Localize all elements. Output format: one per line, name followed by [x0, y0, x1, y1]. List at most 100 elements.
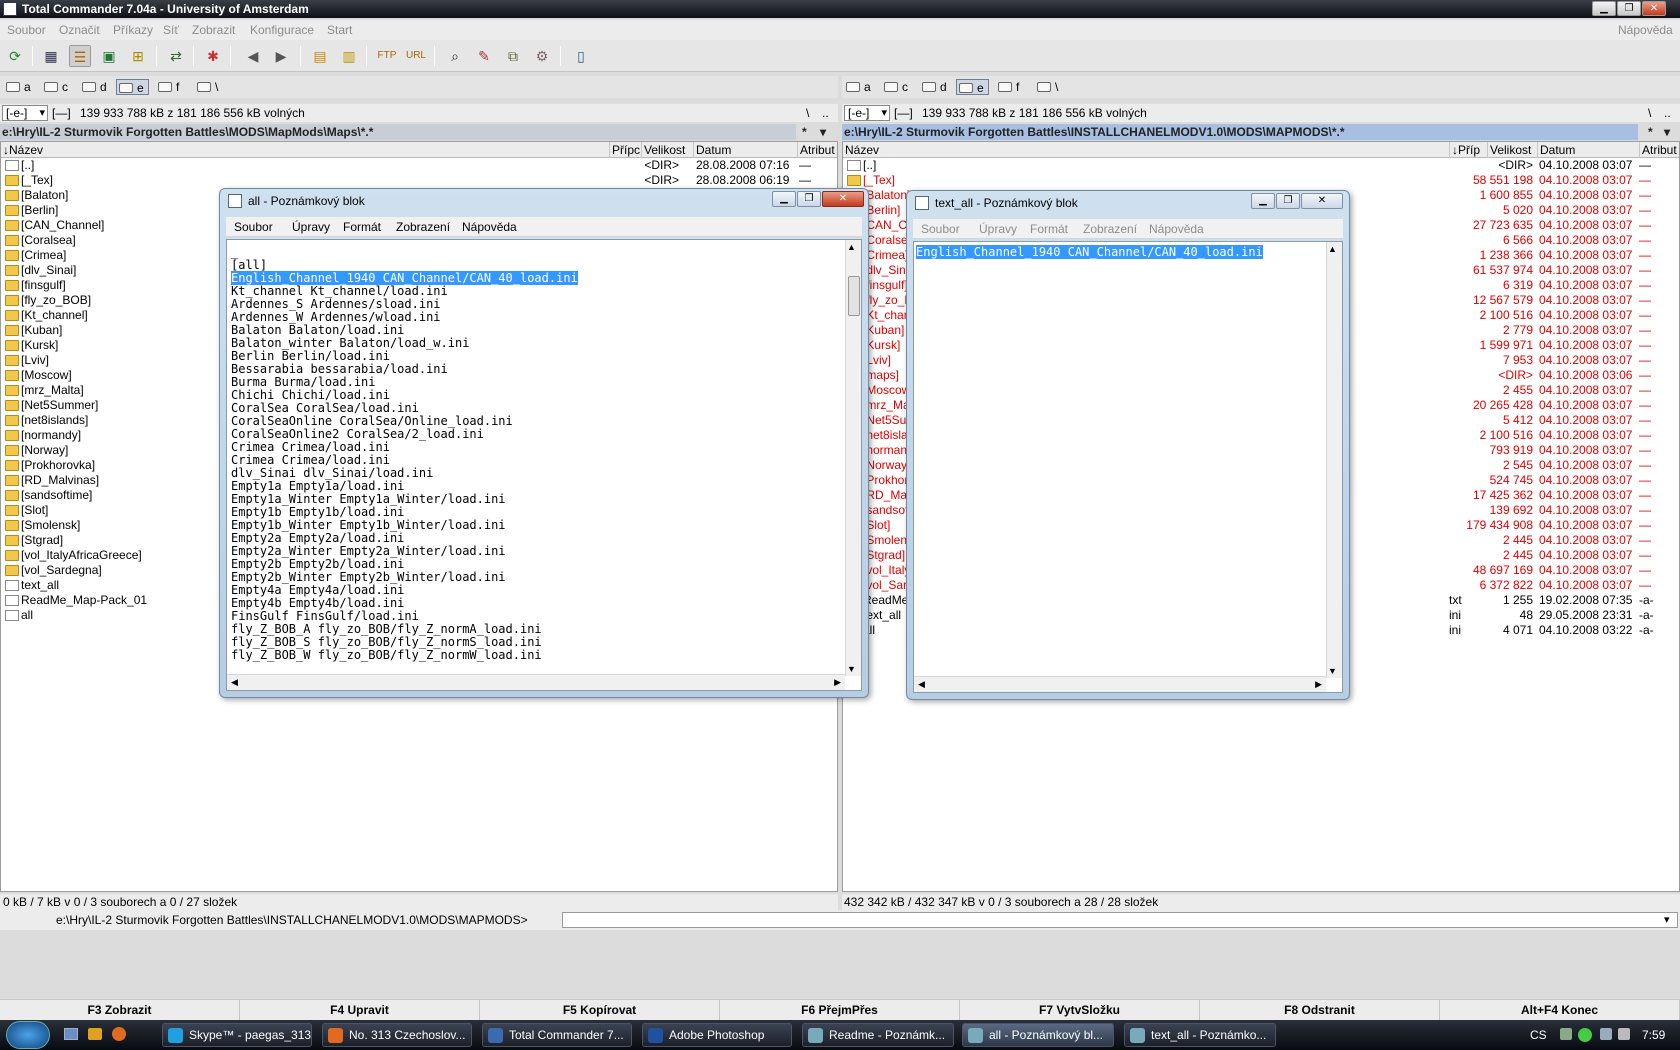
notepad-all-window[interactable]: all - Poznámkový blok ▁ ❐ ✕ Soubor Úprav… — [219, 188, 869, 698]
np2-menu-zobrazeni[interactable]: Zobrazení — [1083, 219, 1137, 239]
menu-soubor[interactable]: Soubor — [7, 20, 46, 40]
file-row[interactable]: [_Tex] <DIR> 28.08.2008 06:19 — — [1, 173, 837, 188]
notepad-text-all-hscrollbar[interactable]: ◀ ▶ — [914, 676, 1326, 692]
taskbar-button[interactable]: No. 313 Czechoslov... — [322, 1023, 472, 1047]
minimize-button[interactable]: ▁ — [1592, 1, 1616, 16]
thumbnail-view-icon[interactable]: ▣ — [98, 45, 120, 67]
right-drive-a[interactable]: a — [844, 79, 871, 95]
notepad-all-text-area[interactable]: _ [all] English_Channel_1940 CAN_Channel/C… — [226, 239, 862, 691]
right-drive-f[interactable]: f — [996, 79, 1019, 95]
notepad-text-all-close-button[interactable]: ✕ — [1301, 193, 1343, 209]
notepad-text-all-vscrollbar[interactable]: ▲ ▼ — [1326, 242, 1342, 678]
np2-menu-upravy[interactable]: Úpravy — [979, 219, 1017, 239]
fkey-button[interactable]: F8 Odstranit — [1200, 1000, 1440, 1021]
taskbar-button[interactable]: text_all - Poznámko... — [1124, 1023, 1276, 1047]
fkey-button[interactable]: F5 Kopírovat — [480, 1000, 720, 1021]
left-drive-d[interactable]: d — [80, 79, 107, 95]
forward-arrow-icon[interactable]: ▶ — [270, 45, 292, 67]
file-row[interactable]: [..] <DIR> 04.10.2008 03:07 — — [843, 158, 1679, 173]
menu-sit[interactable]: Síť — [163, 20, 179, 40]
notepad-text-all-maximize-button[interactable]: ❐ — [1276, 193, 1300, 209]
left-drive-e[interactable]: e — [116, 79, 149, 95]
col-date[interactable]: Datum — [1537, 142, 1575, 158]
menu-zobrazit[interactable]: Zobrazit — [192, 20, 235, 40]
left-root-button[interactable]: \ — [806, 104, 809, 122]
fkey-button[interactable]: F4 Upravit — [240, 1000, 480, 1021]
notepad-all-hscrollbar[interactable]: ◀ ▶ — [227, 674, 845, 690]
left-drive-a[interactable]: a — [4, 79, 31, 95]
col-ext[interactable]: ↓Příp — [1449, 142, 1480, 158]
taskbar-button[interactable]: all - Poznámkový bl... — [962, 1023, 1114, 1047]
command-history-button[interactable]: ▾ — [1664, 910, 1670, 930]
right-path-bar[interactable]: e:\Hry\IL-2 Sturmovik Forgotten Battles\… — [842, 124, 1680, 140]
col-size[interactable]: Velikost — [1487, 142, 1531, 158]
right-drive-network[interactable]: \ — [1035, 79, 1058, 95]
select-icon[interactable]: ✱ — [202, 45, 224, 67]
close-button[interactable]: ✕ — [1642, 1, 1666, 16]
fkey-button[interactable]: Alt+F4 Konec — [1440, 1000, 1680, 1021]
clock[interactable]: 7:59 — [1642, 1028, 1665, 1042]
taskbar-button[interactable]: Readme - Poznámk... — [802, 1023, 954, 1047]
right-hotlist-button[interactable]: ▾ — [1664, 124, 1670, 140]
command-input[interactable] — [562, 912, 1678, 928]
pack-icon[interactable]: ▤ — [309, 45, 331, 67]
fkey-button[interactable]: F6 PřejmPřes — [720, 1000, 960, 1021]
menu-prikazy[interactable]: Příkazy — [113, 20, 153, 40]
invert-selection-icon[interactable]: ⇄ — [165, 45, 187, 67]
ftp-icon[interactable]: FTP — [376, 45, 398, 67]
left-path-bar[interactable]: e:\Hry\IL-2 Sturmovik Forgotten Battles\… — [0, 124, 838, 140]
language-indicator[interactable]: CS — [1530, 1028, 1547, 1042]
menu-napoveda[interactable]: Nápověda — [1618, 20, 1673, 40]
np1-menu-format[interactable]: Formát — [343, 217, 381, 237]
file-row[interactable]: [_Tex] 58 551 198 04.10.2008 03:07 — — [843, 173, 1679, 188]
network-tray-icon[interactable] — [1600, 1028, 1612, 1040]
col-attr[interactable]: Atribut — [1639, 142, 1677, 158]
multi-rename-icon[interactable]: ✎ — [473, 45, 495, 67]
notepad-text-all-window[interactable]: text_all - Poznámkový blok ▁ ❐ ✕ Soubor … — [906, 190, 1350, 700]
back-arrow-icon[interactable]: ◀ — [242, 45, 264, 67]
np1-menu-napoveda[interactable]: Nápověda — [462, 217, 517, 237]
scroll-down-icon[interactable]: ▼ — [847, 664, 856, 674]
right-drive-e[interactable]: e — [956, 79, 989, 95]
scroll-left-icon[interactable]: ◀ — [918, 679, 925, 690]
notepad-text-all-minimize-button[interactable]: ▁ — [1251, 193, 1275, 209]
left-drive-network[interactable]: \ — [195, 79, 218, 95]
right-drive-d[interactable]: d — [920, 79, 947, 95]
url-icon[interactable]: URL — [405, 45, 427, 67]
show-desktop-icon[interactable] — [64, 1028, 78, 1040]
left-hotlist-button[interactable]: ▾ — [820, 124, 826, 140]
fkey-button[interactable]: F7 VytvSložku — [960, 1000, 1200, 1021]
notepad-all-maximize-button[interactable]: ❐ — [797, 191, 821, 207]
left-drive-combo[interactable]: [-e-] — [2, 105, 48, 121]
maximize-button[interactable]: ❐ — [1617, 1, 1641, 16]
brief-view-icon[interactable]: ▦ — [40, 45, 62, 67]
right-root-button[interactable]: \ — [1648, 104, 1651, 122]
scroll-right-icon[interactable]: ▶ — [834, 677, 841, 688]
sync-icon[interactable]: ⚙ — [531, 45, 553, 67]
col-date[interactable]: Datum — [693, 142, 731, 158]
right-parent-button[interactable]: .. — [1664, 104, 1671, 122]
notepad-text-all-text-area[interactable]: English_Channel_1940 CAN_Channel/CAN_40_… — [913, 241, 1343, 693]
notepad-icon[interactable]: ▯ — [570, 45, 592, 67]
left-parent-button[interactable]: .. — [822, 104, 829, 122]
start-orb-icon[interactable] — [6, 1021, 50, 1049]
col-ext[interactable]: Přípc — [609, 142, 640, 158]
left-drive-c[interactable]: c — [42, 79, 68, 95]
full-view-icon[interactable]: ☰ — [69, 45, 91, 67]
volume-tray-icon[interactable] — [1618, 1028, 1630, 1040]
right-history-button[interactable]: * — [1648, 124, 1653, 140]
file-row[interactable]: [..] <DIR> 28.08.2008 07:16 — — [1, 158, 837, 173]
fkey-button[interactable]: F3 Zobrazit — [0, 1000, 240, 1021]
scroll-up-icon[interactable]: ▲ — [1328, 244, 1337, 254]
scroll-right-icon[interactable]: ▶ — [1315, 679, 1322, 690]
compare-dirs-icon[interactable]: ⧉ — [502, 45, 524, 67]
scroll-thumb[interactable] — [848, 276, 860, 316]
col-attr[interactable]: Atribut — [797, 142, 835, 158]
find-binoculars-icon[interactable]: ⌕ — [444, 45, 466, 67]
col-name[interactable]: Název — [843, 142, 879, 158]
firefox-icon[interactable] — [112, 1027, 126, 1041]
right-drive-combo[interactable]: [-e-] — [844, 105, 890, 121]
scroll-down-icon[interactable]: ▼ — [1328, 666, 1337, 676]
tree-view-icon[interactable]: ⊞ — [127, 45, 149, 67]
scroll-up-icon[interactable]: ▲ — [847, 242, 856, 252]
